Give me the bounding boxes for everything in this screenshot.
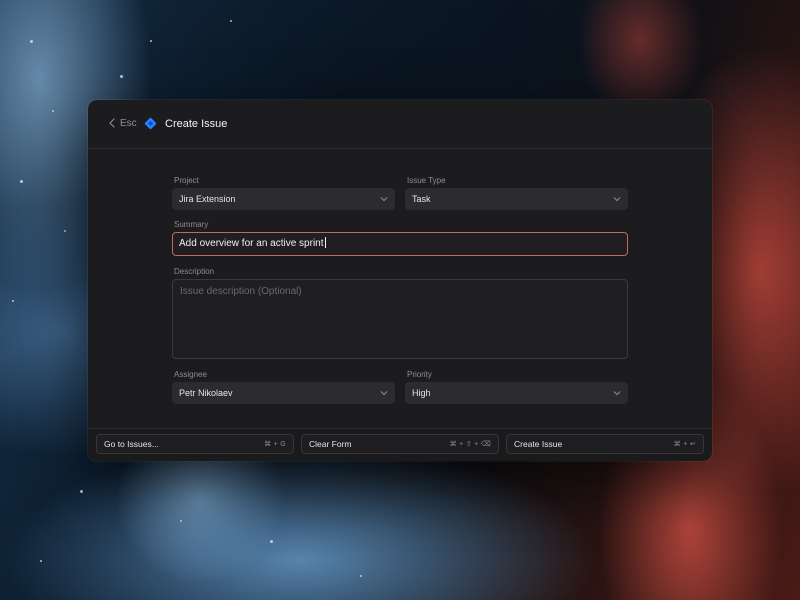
summary-label: Summary (174, 220, 209, 229)
issue-type-dropdown[interactable]: Task (405, 188, 628, 210)
jira-logo-icon (144, 117, 157, 130)
priority-label: Priority (407, 370, 432, 379)
keyboard-shortcut: ⌘ + ↵ (673, 441, 696, 448)
issue-type-label: Issue Type (407, 176, 446, 185)
description-label: Description (174, 267, 215, 276)
create-issue-window: Esc Create Issue Project Jira Extension … (88, 100, 712, 461)
keyboard-shortcut: ⌘ + G (264, 441, 286, 448)
chevron-left-icon (109, 118, 115, 128)
chevron-down-icon (613, 197, 621, 202)
window-header: Esc Create Issue (88, 100, 712, 149)
create-issue-button[interactable]: Create Issue ⌘ + ↵ (506, 434, 704, 454)
action-label: Clear Form (309, 439, 352, 449)
description-textarea[interactable]: Issue description (Optional) (172, 279, 628, 359)
text-cursor (324, 237, 326, 248)
chevron-down-icon (613, 391, 621, 396)
issue-type-value: Task (412, 194, 431, 204)
page-title: Create Issue (165, 118, 228, 130)
back-button[interactable]: Esc (107, 117, 137, 129)
assignee-dropdown[interactable]: Petr Nikolaev (172, 382, 395, 404)
summary-value: Add overview for an active sprint (179, 238, 324, 249)
chevron-down-icon (380, 391, 388, 396)
project-dropdown[interactable]: Jira Extension (172, 188, 395, 210)
priority-dropdown[interactable]: High (405, 382, 628, 404)
summary-input[interactable]: Add overview for an active sprint (172, 232, 628, 256)
back-button-label: Esc (120, 117, 137, 129)
chevron-down-icon (380, 197, 388, 202)
go-to-issues-button[interactable]: Go to Issues... ⌘ + G (96, 434, 294, 454)
project-label: Project (174, 176, 199, 185)
action-label: Go to Issues... (104, 439, 159, 449)
project-value: Jira Extension (179, 194, 236, 204)
description-placeholder: Issue description (Optional) (180, 286, 302, 297)
keyboard-shortcut: ⌘ + ⇧ + ⌫ (449, 441, 491, 448)
assignee-value: Petr Nikolaev (179, 388, 233, 398)
action-bar: Go to Issues... ⌘ + G Clear Form ⌘ + ⇧ +… (88, 428, 712, 461)
clear-form-button[interactable]: Clear Form ⌘ + ⇧ + ⌫ (301, 434, 499, 454)
action-label: Create Issue (514, 439, 563, 449)
priority-value: High (412, 388, 431, 398)
assignee-label: Assignee (174, 370, 207, 379)
